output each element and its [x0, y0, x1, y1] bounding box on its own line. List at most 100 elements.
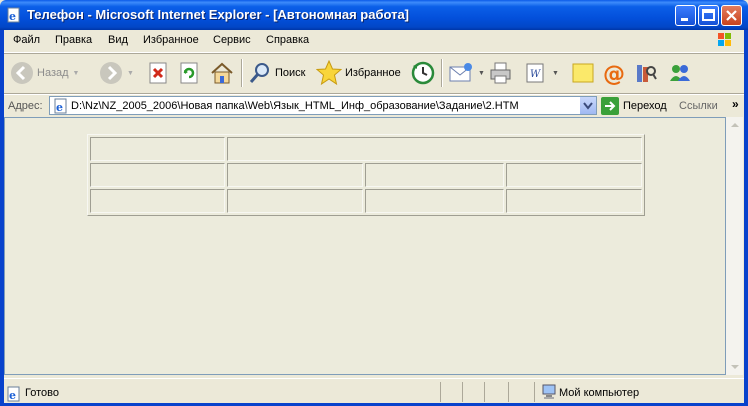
windows-logo-icon [706, 31, 740, 51]
go-arrow-icon [601, 97, 619, 115]
refresh-icon [180, 62, 198, 84]
search-icon [249, 63, 269, 83]
maximize-button[interactable] [698, 5, 719, 26]
menu-tools[interactable]: Сервис [213, 34, 251, 46]
svg-text:e: e [56, 101, 63, 114]
svg-text:e: e [9, 10, 16, 23]
zone-text: Мой компьютер [559, 387, 640, 399]
scroll-up-button[interactable] [726, 117, 743, 134]
table-cell [90, 189, 225, 213]
content-table [87, 134, 645, 216]
back-button[interactable]: Назад ▼ [10, 57, 79, 89]
print-button[interactable] [488, 57, 514, 89]
window-border-right [744, 30, 748, 406]
menu-favorites[interactable]: Избранное [143, 34, 199, 46]
research-button[interactable] [634, 57, 658, 89]
status-pane-divider [440, 382, 441, 402]
chevron-down-icon [583, 102, 593, 110]
table-cell [90, 137, 225, 161]
status-pane-divider [508, 382, 509, 402]
my-computer-icon [542, 384, 556, 399]
status-pane-divider [462, 382, 463, 402]
ie-page-icon[interactable]: e [6, 7, 22, 23]
edit-dropdown-icon[interactable]: ▼ [552, 70, 559, 77]
mail-icon [449, 63, 472, 82]
messenger-button[interactable] [668, 57, 692, 89]
at-sign-icon: @ [603, 62, 625, 85]
page-icon: e [53, 98, 69, 114]
forward-arrow-icon [100, 62, 122, 84]
title-bar[interactable]: e Телефон - Microsoft Internet Explorer … [0, 0, 748, 30]
status-text: Готово [25, 387, 59, 399]
favorites-label: Избранное [345, 67, 401, 79]
table-cell [505, 189, 642, 213]
address-bar: Адрес: e D:\Nz\NZ_2005_2006\Новая папка\… [4, 94, 744, 117]
discuss-button[interactable] [571, 57, 595, 89]
printer-icon [490, 62, 511, 84]
search-label: Поиск [275, 67, 306, 79]
links-toolbar[interactable]: Ссылки [679, 100, 718, 112]
mail-button[interactable]: ▼ [448, 57, 485, 89]
address-dropdown-button[interactable] [579, 97, 596, 114]
stop-button[interactable] [147, 57, 169, 89]
scroll-down-button[interactable] [726, 358, 743, 375]
menu-bar: Файл Правка Вид Избранное Сервис Справка [4, 30, 744, 53]
status-pane-divider [484, 382, 485, 402]
home-button[interactable] [209, 57, 235, 89]
address-label: Адрес: [8, 100, 43, 112]
toolbar-separator [441, 59, 443, 87]
go-label: Переход [623, 100, 667, 112]
table-row [90, 163, 642, 187]
table-cell [365, 163, 504, 187]
page-content [4, 117, 726, 375]
browser-window: e Телефон - Microsoft Internet Explorer … [0, 0, 748, 406]
research-books-icon [637, 65, 657, 82]
menu-view[interactable]: Вид [108, 34, 128, 46]
go-button[interactable]: Переход [601, 97, 667, 115]
window-border-left [0, 30, 4, 406]
toolbar-separator [241, 59, 243, 87]
messenger-at-button[interactable]: @ [602, 57, 626, 89]
table-cell [227, 163, 364, 187]
history-icon [411, 61, 435, 85]
search-button[interactable]: Поиск [248, 57, 305, 89]
back-dropdown-icon[interactable]: ▼ [73, 70, 80, 77]
chevron-right-icon[interactable]: » [732, 97, 739, 111]
address-input[interactable]: e D:\Nz\NZ_2005_2006\Новая папка\Web\Язы… [49, 96, 597, 115]
favorites-star-icon [316, 60, 342, 86]
minimize-button[interactable] [675, 5, 696, 26]
window-title: Телефон - Microsoft Internet Explorer - … [27, 7, 410, 22]
svg-text:@: @ [603, 62, 625, 85]
table-cell [227, 137, 642, 161]
table-cell [365, 189, 504, 213]
status-bar: e Готово Мой компьютер [0, 378, 748, 406]
favorites-button[interactable]: Избранное [316, 57, 401, 89]
edit-button[interactable]: W ▼ [524, 57, 559, 89]
stop-icon [149, 62, 167, 84]
menu-edit[interactable]: Правка [55, 34, 92, 46]
svg-text:W: W [530, 69, 541, 80]
standard-toolbar: Назад ▼ ▼ Поиск Избранное ▼ W ▼ @ [4, 53, 744, 93]
menu-file[interactable]: Файл [13, 34, 40, 46]
home-icon [211, 62, 233, 84]
table-cell [90, 163, 225, 187]
history-button[interactable] [410, 57, 436, 89]
table-row [90, 189, 642, 213]
messenger-people-icon [670, 65, 690, 81]
back-arrow-icon [11, 62, 33, 84]
note-icon [572, 63, 594, 83]
back-label: Назад [37, 67, 69, 79]
page-done-icon: e [6, 386, 22, 402]
security-zone[interactable]: Мой компьютер [534, 382, 715, 402]
close-button[interactable] [721, 5, 742, 26]
vertical-scrollbar[interactable] [726, 117, 743, 375]
mail-dropdown-icon[interactable]: ▼ [478, 70, 485, 77]
menu-help[interactable]: Справка [266, 34, 309, 46]
forward-button[interactable]: ▼ [99, 57, 134, 89]
address-url: D:\Nz\NZ_2005_2006\Новая папка\Web\Язык_… [71, 100, 519, 112]
forward-dropdown-icon[interactable]: ▼ [127, 70, 134, 77]
table-cell [227, 189, 364, 213]
svg-text:e: e [9, 389, 16, 402]
refresh-button[interactable] [178, 57, 200, 89]
table-cell [505, 163, 642, 187]
